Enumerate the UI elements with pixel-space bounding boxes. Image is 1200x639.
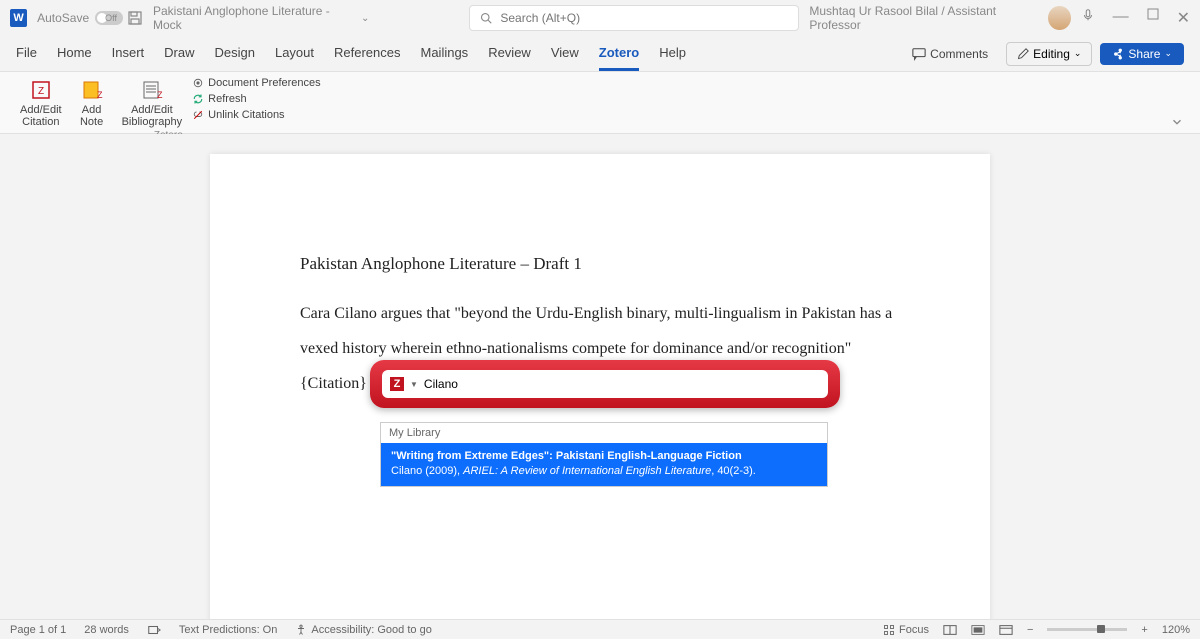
save-icon[interactable] — [127, 10, 143, 26]
zotero-results: My Library "Writing from Extreme Edges":… — [380, 422, 828, 487]
tab-view[interactable]: View — [551, 37, 579, 71]
ribbon-add-note[interactable]: ZAddNote — [76, 76, 108, 130]
page-indicator[interactable]: Page 1 of 1 — [10, 624, 66, 636]
ribbon-add-edit-citation[interactable]: ZAdd/EditCitation — [16, 76, 66, 130]
tab-help[interactable]: Help — [659, 37, 686, 71]
ribbon-icon: Z — [140, 78, 164, 102]
autosave-toggle[interactable]: AutoSave Off — [37, 11, 117, 25]
chevron-down-icon[interactable]: ⌄ — [361, 13, 369, 24]
accessibility-icon — [295, 624, 307, 636]
ribbon-tabs: File Home Insert Draw Design Layout References… — [0, 36, 1200, 72]
user-avatar[interactable] — [1048, 6, 1071, 30]
dropdown-arrow-icon[interactable]: ▼ — [410, 380, 418, 389]
zotero-search-box[interactable]: Z ▼ — [382, 370, 828, 398]
zoom-level[interactable]: 120% — [1162, 624, 1190, 636]
ribbon-unlink-citations[interactable]: Unlink Citations — [192, 108, 321, 122]
zotero-search-frame: Z ▼ — [370, 360, 840, 408]
ribbon-small-icon — [192, 93, 204, 105]
zotero-search-input[interactable] — [424, 377, 820, 391]
ribbon-icon: Z — [80, 78, 104, 102]
svg-text:Z: Z — [97, 90, 103, 100]
status-bar: Page 1 of 1 28 words Text Predictions: O… — [0, 619, 1200, 639]
editing-mode-button[interactable]: Editing ⌄ — [1006, 42, 1092, 66]
comment-icon — [912, 47, 926, 61]
focus-mode[interactable]: Focus — [883, 624, 929, 636]
search-input[interactable] — [500, 11, 788, 25]
zotero-library-label: My Library — [381, 423, 827, 443]
search-box[interactable] — [469, 5, 799, 31]
zotero-citation-popup: Z ▼ My Library "Writing from Extreme Edg… — [370, 360, 840, 487]
tab-file[interactable]: File — [16, 37, 37, 71]
document-heading[interactable]: Pakistan Anglophone Literature – Draft 1 — [300, 254, 900, 274]
tab-draw[interactable]: Draw — [164, 37, 194, 71]
ribbon-group-zotero: ZAdd/EditCitation ZAddNote ZAdd/EditBiblio… — [16, 76, 321, 133]
ribbon: ZAdd/EditCitation ZAddNote ZAdd/EditBiblio… — [0, 72, 1200, 134]
word-count[interactable]: 28 words — [84, 624, 129, 636]
tab-zotero[interactable]: Zotero — [599, 37, 639, 71]
minimize-icon[interactable]: — — [1113, 8, 1129, 28]
ribbon-small-icon — [192, 109, 204, 121]
comments-button[interactable]: Comments — [902, 43, 998, 65]
web-layout-icon[interactable] — [999, 624, 1013, 636]
tab-design[interactable]: Design — [215, 37, 255, 71]
ribbon-document-preferences[interactable]: Document Preferences — [192, 76, 321, 90]
tab-references[interactable]: References — [334, 37, 400, 71]
ribbon-add-edit-bibliography[interactable]: ZAdd/EditBibliography — [118, 76, 187, 130]
user-info[interactable]: Mushtaq Ur Rasool Bilal / Assistant Prof… — [809, 4, 1070, 32]
focus-icon — [883, 624, 895, 636]
ribbon-small-icon — [192, 77, 204, 89]
title-bar: W AutoSave Off Pakistani Anglophone Lite… — [0, 0, 1200, 36]
share-button[interactable]: Share ⌄ — [1100, 43, 1184, 65]
share-icon — [1112, 48, 1124, 60]
text-predictions[interactable]: Text Predictions: On — [179, 624, 277, 636]
search-icon — [480, 12, 492, 24]
chevron-down-icon: ⌄ — [1164, 48, 1172, 59]
zotero-result-item[interactable]: "Writing from Extreme Edges": Pakistani … — [381, 443, 827, 486]
word-app-icon: W — [10, 9, 27, 27]
ribbon-refresh[interactable]: Refresh — [192, 92, 321, 106]
zotero-result-title: "Writing from Extreme Edges": Pakistani … — [391, 449, 817, 464]
ribbon-icon: Z — [29, 78, 53, 102]
close-icon[interactable]: ✕ — [1177, 8, 1190, 28]
tab-home[interactable]: Home — [57, 37, 92, 71]
chevron-down-icon: ⌄ — [1074, 48, 1082, 59]
zoom-in-icon[interactable]: + — [1141, 624, 1147, 636]
svg-text:Z: Z — [157, 90, 163, 100]
autosave-label: AutoSave — [37, 11, 89, 25]
collapse-ribbon-icon[interactable] — [1170, 115, 1184, 129]
zoom-out-icon[interactable]: − — [1027, 624, 1033, 636]
tab-insert[interactable]: Insert — [112, 37, 145, 71]
autosave-state: Off — [105, 13, 117, 23]
zotero-z-icon: Z — [390, 377, 404, 391]
accessibility-status[interactable]: Accessibility: Good to go — [295, 624, 431, 636]
zoom-slider[interactable] — [1047, 628, 1127, 631]
maximize-icon[interactable] — [1147, 8, 1159, 28]
zotero-result-meta: Cilano (2009), ARIEL: A Review of Intern… — [391, 464, 817, 479]
tab-mailings[interactable]: Mailings — [421, 37, 469, 71]
read-mode-icon[interactable] — [943, 624, 957, 636]
tab-layout[interactable]: Layout — [275, 37, 314, 71]
svg-text:Z: Z — [38, 86, 44, 97]
user-name: Mushtaq Ur Rasool Bilal / Assistant Prof… — [809, 4, 1038, 32]
pencil-icon — [1017, 48, 1029, 60]
mic-icon[interactable] — [1081, 8, 1095, 28]
document-title[interactable]: Pakistani Anglophone Literature - Mock — [153, 4, 351, 32]
tab-review[interactable]: Review — [488, 37, 531, 71]
print-layout-icon[interactable] — [971, 624, 985, 636]
spellcheck-icon[interactable] — [147, 623, 161, 637]
